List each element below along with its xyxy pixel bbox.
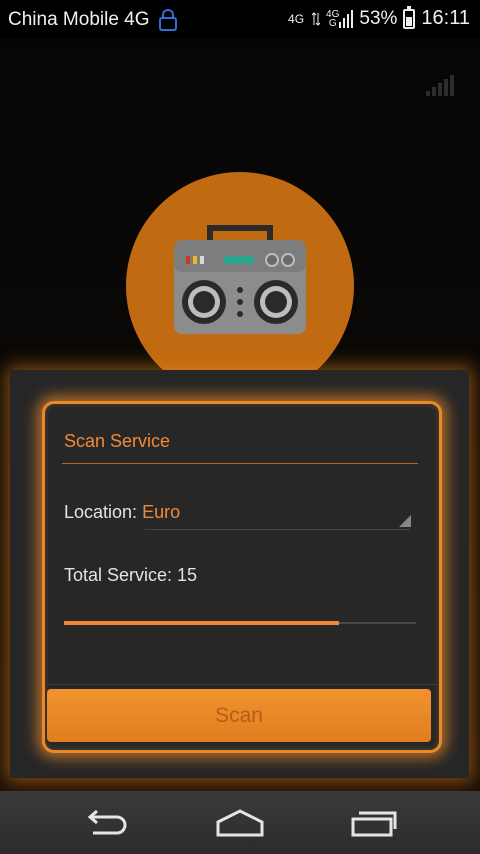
clock: 16:11 bbox=[421, 7, 470, 29]
carrier-label: China Mobile 4G bbox=[8, 9, 150, 30]
location-select-underline bbox=[145, 529, 410, 530]
back-icon bbox=[87, 809, 127, 835]
network-type-label: 4G bbox=[288, 11, 305, 26]
status-bar: China Mobile 4G 4G 4G G 53% 16:11 bbox=[0, 0, 480, 38]
total-service-label: Total Service: 15 bbox=[64, 565, 198, 585]
recents-button[interactable] bbox=[346, 805, 402, 841]
radio-circle bbox=[126, 172, 354, 400]
vpn-lock-icon bbox=[158, 8, 178, 32]
status-left: China Mobile 4G bbox=[8, 8, 178, 32]
radio-icon bbox=[174, 225, 306, 334]
location-select[interactable]: Euro bbox=[142, 502, 180, 522]
home-button[interactable] bbox=[212, 805, 268, 841]
scan-button[interactable]: Scan bbox=[47, 689, 431, 742]
scan-dialog: Scan Service Location: Euro Total Servic… bbox=[10, 370, 469, 778]
signal-strength-icon bbox=[426, 75, 454, 96]
scan-progress-fill bbox=[64, 621, 339, 625]
cell-signal-icon bbox=[339, 9, 354, 28]
battery-fill bbox=[406, 17, 413, 26]
back-button[interactable] bbox=[78, 805, 134, 841]
battery-percent: 53% bbox=[359, 7, 398, 29]
recents-icon bbox=[351, 811, 397, 837]
location-row[interactable]: Location: Euro bbox=[64, 502, 180, 523]
home-icon bbox=[216, 809, 264, 837]
network-small-bottom: G bbox=[328, 17, 337, 29]
scan-progress-bar bbox=[64, 621, 416, 625]
battery-icon bbox=[403, 5, 416, 29]
data-arrows-icon bbox=[312, 11, 321, 26]
status-right: 4G 4G G 53% 16:11 bbox=[288, 5, 470, 30]
dual-network-indicator: 4G G bbox=[326, 9, 354, 29]
title-divider bbox=[62, 463, 418, 464]
location-label: Location: bbox=[64, 502, 143, 522]
screen: China Mobile 4G 4G 4G G 53% 16:11 Scan S… bbox=[0, 0, 480, 854]
dialog-title: Scan Service bbox=[64, 431, 171, 451]
scan-dialog-panel: Scan Service Location: Euro Total Servic… bbox=[42, 401, 442, 753]
button-divider bbox=[45, 684, 439, 685]
navigation-bar bbox=[0, 791, 480, 854]
dropdown-arrow-icon[interactable] bbox=[399, 515, 411, 527]
